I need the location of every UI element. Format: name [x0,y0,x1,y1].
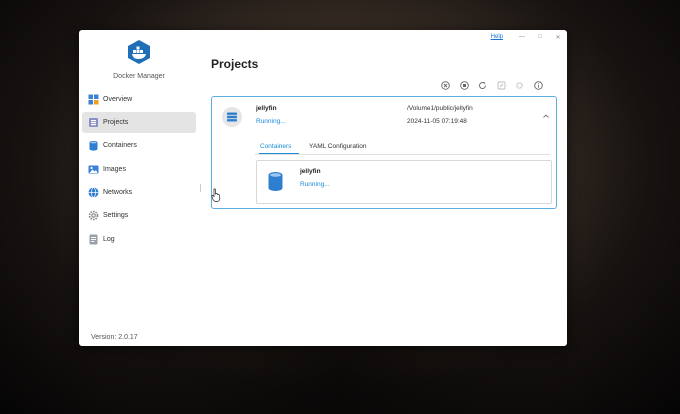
hand-cursor-icon [211,188,221,202]
tab-divider [255,154,550,155]
sidebar-item-log[interactable]: Log [82,229,196,250]
help-link[interactable]: Help [491,34,503,40]
docker-logo-icon [126,39,152,65]
container-card[interactable]: jellyfin Running... [256,160,552,204]
project-toolbar [441,81,552,90]
gear-icon [88,210,99,221]
delete-icon[interactable] [515,81,524,90]
sidebar-item-label: Overview [103,96,133,103]
page-title: Projects [211,57,259,71]
sidebar-item-images[interactable]: Images [82,159,196,180]
project-timestamp: 2024-11-05 07:19:48 [407,118,467,125]
sidebar: Docker Manager Overview Projects Contain… [79,30,204,346]
sidebar-item-label: Networks [103,189,133,196]
sidebar-item-label: Settings [103,212,129,219]
app-name: Docker Manager [113,73,165,80]
container-cylinder-icon [267,171,284,192]
container-name: jellyfin [300,168,321,175]
sidebar-item-settings[interactable]: Settings [82,205,196,226]
info-icon[interactable] [533,81,543,90]
sidebar-item-networks[interactable]: Networks [82,182,196,203]
networks-icon [88,187,99,198]
images-icon [88,164,99,175]
project-name: jellyfin [256,105,277,112]
sidebar-resize-handle[interactable] [200,184,201,192]
projects-icon [88,117,99,128]
window-titlebar: Help — □ ✕ [491,30,567,44]
sidebar-item-label: Images [103,166,126,173]
active-tab-indicator [259,153,299,154]
log-icon [88,234,99,245]
stop-icon[interactable] [459,81,469,90]
overview-icon [88,94,99,105]
project-status: Running... [256,118,286,125]
sidebar-item-containers[interactable]: Containers [82,135,196,156]
sidebar-item-label: Containers [103,142,137,149]
start-icon[interactable] [441,81,450,90]
tab-containers[interactable]: Containers [260,143,291,150]
project-card[interactable]: jellyfin Running... /Volume1/public/jell… [211,96,557,209]
sidebar-item-projects[interactable]: Projects [82,112,196,133]
sidebar-item-label: Log [103,236,115,243]
sidebar-item-label: Projects [103,119,129,126]
app-version: Version: 2.0.17 [91,334,138,341]
close-button[interactable]: ✕ [549,34,567,41]
project-stack-icon [222,107,242,127]
containers-icon [88,140,99,151]
restart-icon[interactable] [478,81,487,90]
sidebar-item-overview[interactable]: Overview [82,89,196,110]
tab-yaml-configuration[interactable]: YAML Configuration [309,143,366,150]
chevron-up-icon[interactable] [542,107,550,118]
project-path: /Volume1/public/jellyfin [407,105,473,112]
minimize-button[interactable]: — [513,34,531,40]
docker-manager-window: Docker Manager Overview Projects Contain… [79,30,567,346]
container-status: Running... [300,181,330,188]
maximize-button[interactable]: □ [531,34,549,40]
edit-icon[interactable] [497,81,506,90]
